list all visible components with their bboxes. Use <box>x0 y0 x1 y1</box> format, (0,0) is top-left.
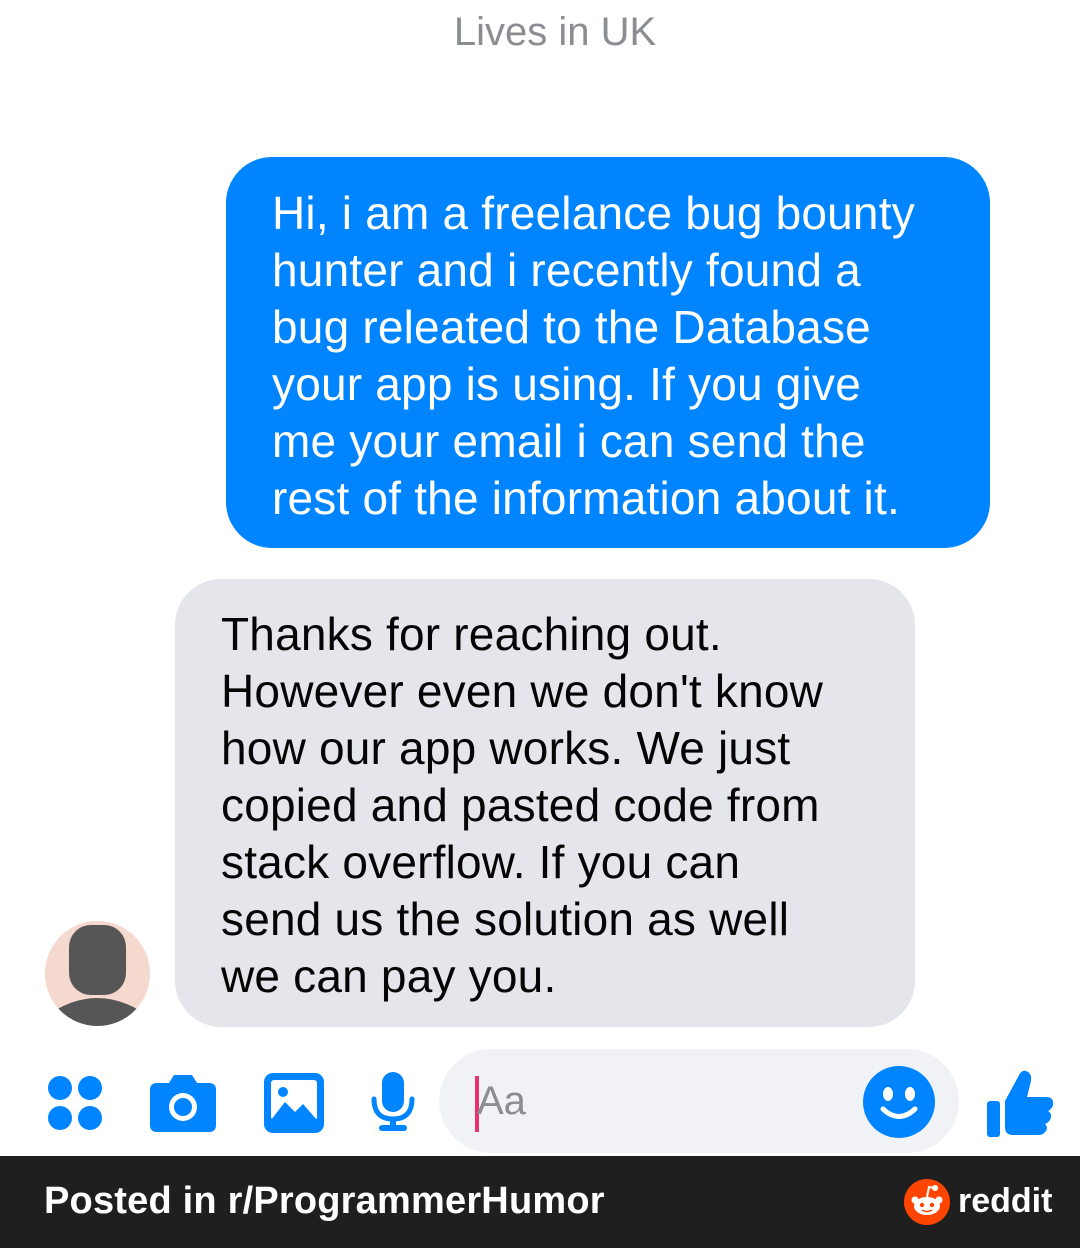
message-line: we can pay you. <box>221 950 557 1002</box>
contact-avatar[interactable] <box>45 921 150 1026</box>
messenger-screen: Lives in UK Hi, i am a freelance bug bou… <box>0 0 1080 1248</box>
emoji-icon[interactable] <box>863 1066 935 1143</box>
posted-in-label: Posted in r/ProgrammerHumor <box>44 1180 605 1223</box>
reddit-logo-icon <box>904 1179 950 1225</box>
message-line: rest of the information about it. <box>272 472 900 524</box>
camera-icon[interactable] <box>149 1073 217 1138</box>
microphone-icon[interactable] <box>370 1071 416 1138</box>
subreddit-link[interactable]: r/ProgrammerHumor <box>228 1180 605 1222</box>
reddit-wordmark: reddit <box>958 1182 1053 1220</box>
message-line: bug releated to the Database <box>272 301 871 353</box>
message-line: Hi, i am a freelance bug bounty <box>272 187 915 239</box>
composer-bar: Aa <box>0 1045 1080 1155</box>
message-line: hunter and i recently found a <box>272 244 861 296</box>
profile-location: Lives in UK <box>453 10 657 54</box>
message-line: However even we don't know <box>221 665 824 717</box>
message-input-placeholder: Aa <box>477 1079 526 1123</box>
apps-icon[interactable] <box>47 1075 103 1136</box>
message-line: copied and pasted code from <box>221 779 820 831</box>
message-line: send us the solution as well <box>221 893 790 945</box>
gallery-icon[interactable] <box>263 1072 325 1139</box>
message-line: stack overflow. If you can <box>221 836 741 888</box>
posted-prefix: Posted in <box>44 1180 228 1222</box>
message-line: your app is using. If you give <box>272 358 861 410</box>
message-line: how our app works. We just <box>221 722 791 774</box>
message-line: me your email i can send the <box>272 415 866 467</box>
received-message-bubble[interactable]: Thanks for reaching out. However even we… <box>175 579 915 1027</box>
sent-message-bubble[interactable]: Hi, i am a freelance bug bounty hunter a… <box>226 157 990 548</box>
default-avatar-icon <box>45 921 150 1026</box>
message-line: Thanks for reaching out. <box>221 608 722 660</box>
reddit-footer: Posted in r/ProgrammerHumor reddit <box>0 1156 1080 1248</box>
thumbs-up-icon[interactable] <box>985 1067 1055 1144</box>
